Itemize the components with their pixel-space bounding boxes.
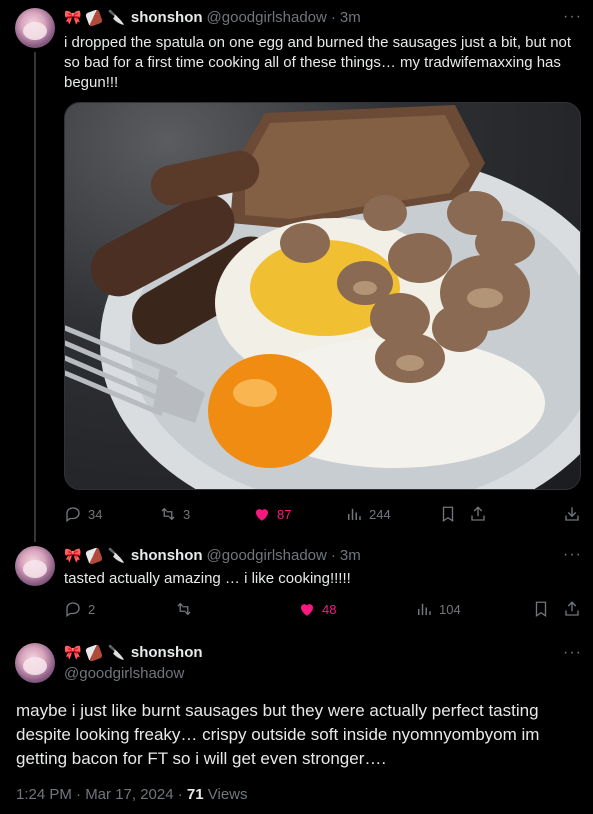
handle[interactable]: @goodgirlshadow <box>207 9 327 26</box>
timestamp[interactable]: 3m <box>340 9 361 26</box>
like-count: 87 <box>277 506 292 522</box>
views-count: 104 <box>439 601 461 617</box>
tweet-text: tasted actually amazing … i like cooking… <box>64 570 351 587</box>
timestamp[interactable]: 3m <box>340 547 361 564</box>
post-time[interactable]: 1:24 PM · Mar 17, 2024 · <box>16 786 187 803</box>
more-icon[interactable]: ··· <box>563 8 582 26</box>
display-name[interactable]: shonshon <box>131 644 203 661</box>
download-icon <box>565 507 579 521</box>
repost-button[interactable]: 3 <box>159 505 190 523</box>
share-icon <box>471 506 485 521</box>
like-count: 48 <box>322 601 337 617</box>
like-button[interactable]: 87 <box>253 505 291 523</box>
repost-icon <box>161 507 175 521</box>
reply-count: 34 <box>88 506 103 522</box>
views-icon <box>348 508 361 520</box>
display-name[interactable]: shonshon <box>131 9 203 26</box>
tweet-actions: 2 48 104 <box>64 600 581 620</box>
knife-icon: 🔪 <box>107 644 125 661</box>
chocolate-icon <box>85 643 104 662</box>
more-icon[interactable]: ··· <box>563 644 582 662</box>
reply-icon <box>66 602 80 618</box>
bookmark-button[interactable] <box>532 600 550 618</box>
views-icon <box>418 603 431 615</box>
ribbon-icon: 🎀 <box>64 644 82 661</box>
views-count: 244 <box>369 506 391 522</box>
bookmark-icon <box>442 506 454 523</box>
tweet-header: 🎀 🔪 shonshon @goodgirlshadow · 3m <box>64 8 361 27</box>
repost-count: 3 <box>183 506 191 522</box>
tweet-text: i dropped the spatula on one egg and bur… <box>64 34 572 91</box>
avatar[interactable] <box>15 546 55 586</box>
reply-button[interactable]: 2 <box>64 600 95 618</box>
display-name-emojis: 🎀 🔪 <box>64 8 125 27</box>
reply-button[interactable]: 34 <box>64 505 102 523</box>
display-name[interactable]: shonshon <box>131 547 203 564</box>
heart-icon <box>256 509 268 521</box>
tweet-meta: 1:24 PM · Mar 17, 2024 · 71 Views <box>16 786 248 803</box>
chocolate-icon <box>85 546 104 565</box>
breakfast-photo <box>65 105 580 489</box>
chocolate-icon <box>85 8 104 27</box>
handle[interactable]: @goodgirlshadow <box>64 665 184 682</box>
main-tweet-text: maybe i just like burnt sausages but the… <box>16 701 540 768</box>
heart-icon <box>301 604 313 616</box>
tweet-header: 🎀 🔪 shonshon <box>64 643 203 662</box>
thread-line <box>34 52 36 542</box>
avatar[interactable] <box>15 643 55 683</box>
separator-dot: · <box>330 547 336 564</box>
knife-icon: 🔪 <box>107 9 125 26</box>
bookmark-button[interactable] <box>439 505 457 523</box>
views-label: Views <box>203 786 248 803</box>
avatar[interactable] <box>15 8 55 48</box>
share-button[interactable] <box>563 600 581 618</box>
tweet-actions: 34 3 87 244 <box>64 505 581 525</box>
bookmark-icon <box>535 601 547 618</box>
views-button[interactable]: 244 <box>345 505 391 523</box>
ribbon-icon: 🎀 <box>64 547 82 564</box>
repost-icon <box>177 602 191 616</box>
reply-icon <box>66 507 80 523</box>
share-button[interactable] <box>469 505 487 523</box>
tweet-photo[interactable] <box>64 102 581 490</box>
ribbon-icon: 🎀 <box>64 9 82 26</box>
handle[interactable]: @goodgirlshadow <box>207 547 327 564</box>
display-name-emojis: 🎀 🔪 <box>64 643 125 662</box>
views-button[interactable]: 104 <box>415 600 461 618</box>
more-icon[interactable]: ··· <box>563 546 582 564</box>
display-name-emojis: 🎀 🔪 <box>64 546 125 565</box>
separator-dot: · <box>330 9 336 26</box>
repost-button[interactable] <box>175 600 193 618</box>
tweet-header: 🎀 🔪 shonshon @goodgirlshadow · 3m <box>64 546 361 565</box>
knife-icon: 🔪 <box>107 547 125 564</box>
share-icon <box>565 601 579 616</box>
like-button[interactable]: 48 <box>298 600 336 618</box>
reply-count: 2 <box>88 601 96 617</box>
download-button[interactable] <box>563 505 581 523</box>
views-count: 71 <box>186 786 204 803</box>
